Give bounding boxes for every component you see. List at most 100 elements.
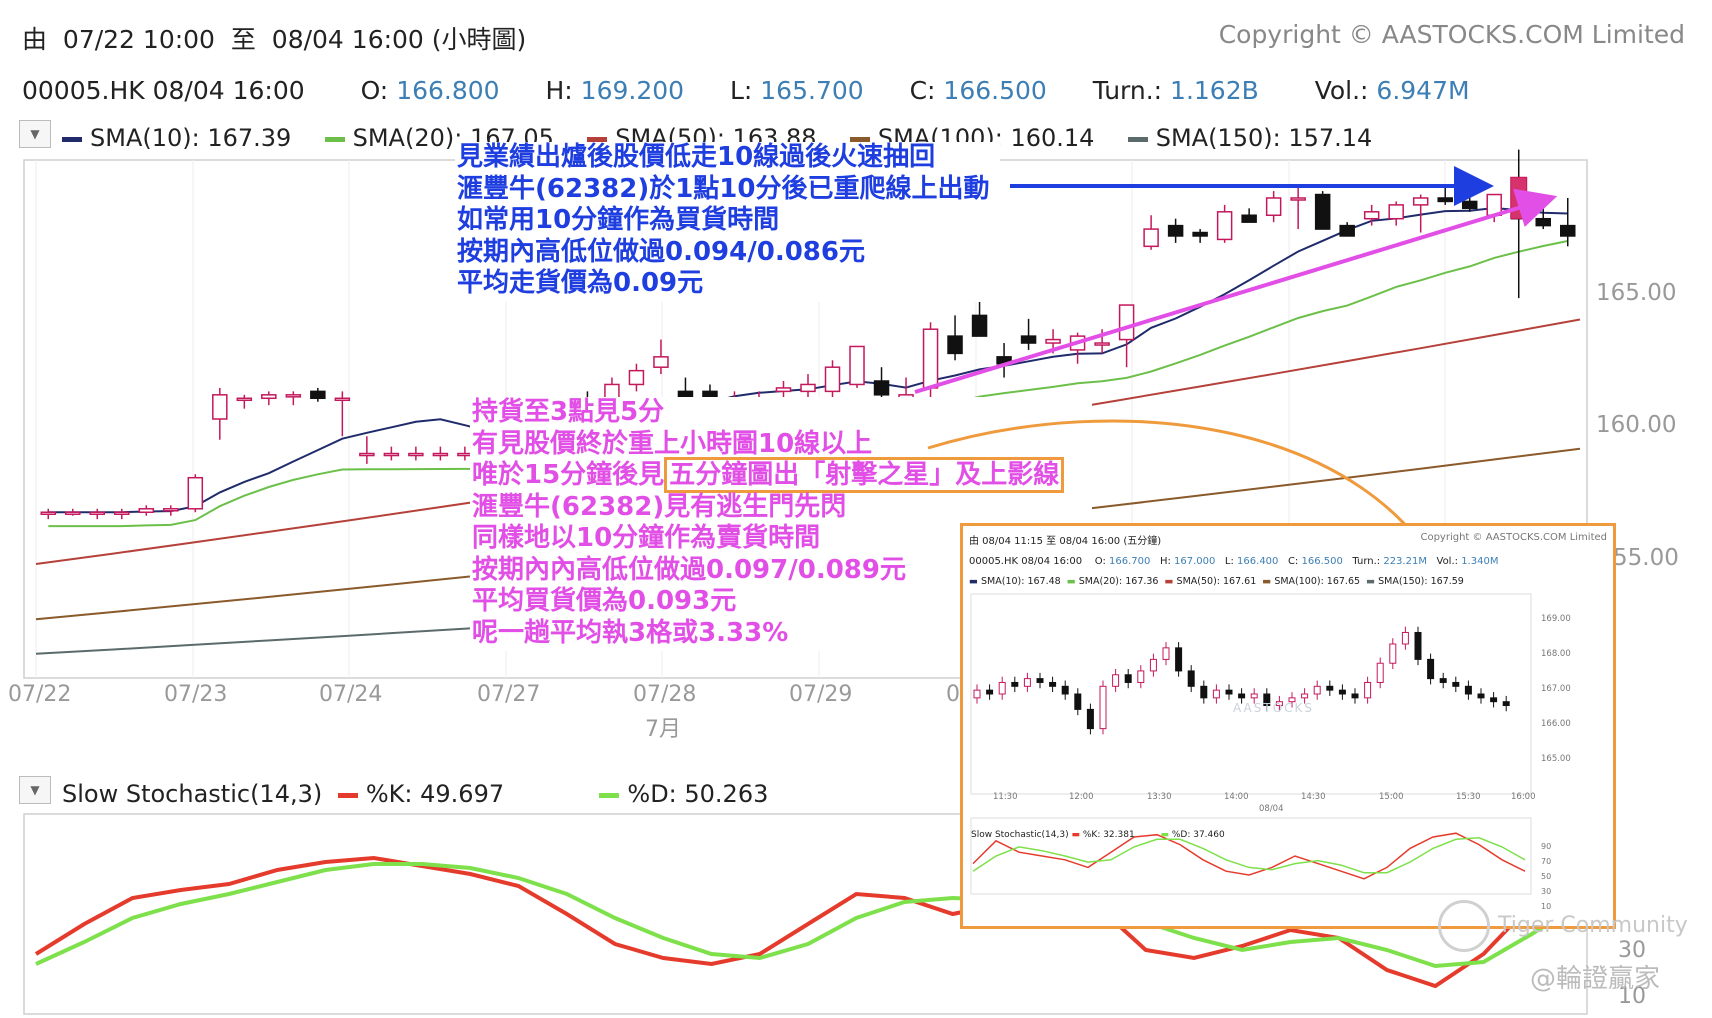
inset-candle-body-0 bbox=[973, 689, 981, 699]
stochastic-dropdown-button[interactable]: ▼ bbox=[19, 776, 51, 804]
inset-date-label: 08/04 bbox=[1259, 804, 1284, 814]
candle-body-10 bbox=[285, 394, 302, 398]
inset-stoch-k bbox=[972, 832, 1526, 880]
annotation-exit-line-3: 唯於15分鐘後見 五分鐘圖出「射擊之星」及上影線 bbox=[472, 457, 1090, 493]
inset-stoch-y-70: 70 bbox=[1541, 857, 1552, 866]
candle-body-25 bbox=[653, 356, 669, 368]
stochastic-d-label: %D: 50.263 bbox=[627, 780, 769, 808]
candle-body-37 bbox=[947, 335, 963, 355]
x-tick-partial: 0 bbox=[946, 682, 960, 707]
inset-candle-body-17 bbox=[1187, 670, 1195, 687]
y-tick-160: 160.00 bbox=[1596, 412, 1677, 438]
inset-candle-body-34 bbox=[1401, 631, 1409, 645]
candle-body-43 bbox=[1094, 342, 1110, 346]
inset-5min-chart: 由 08/04 11:15 至 08/04 16:00 (五分鐘) Copyri… bbox=[960, 523, 1616, 929]
inset-y-165: 165.00 bbox=[1541, 754, 1571, 764]
candle-body-54 bbox=[1363, 211, 1380, 220]
candle-body-32 bbox=[824, 366, 841, 393]
inset-stoch-y-30: 30 bbox=[1541, 887, 1552, 896]
inset-y-168: 168.00 bbox=[1541, 649, 1571, 659]
inset-candle-body-42 bbox=[1502, 701, 1510, 707]
candle-body-61 bbox=[1535, 217, 1551, 227]
inset-candle-body-11 bbox=[1112, 674, 1120, 687]
inset-y-166: 166.00 bbox=[1541, 719, 1571, 729]
inset-stoch-y-90: 90 bbox=[1541, 842, 1552, 851]
candle-body-48 bbox=[1216, 211, 1233, 241]
candle-body-34 bbox=[873, 380, 890, 396]
candle-body-3 bbox=[114, 511, 130, 515]
inset-plot bbox=[970, 593, 1532, 895]
annotation-exit-line-2: 有見股價終於重上小時圖10線以上 bbox=[472, 428, 873, 459]
candle-body-7 bbox=[212, 394, 228, 420]
shooting-star-highlight: 五分鐘圖出「射擊之星」及上影線 bbox=[664, 457, 1065, 493]
inset-x-1200: 12:00 bbox=[1069, 792, 1094, 802]
inset-candle-body-27 bbox=[1313, 685, 1321, 695]
inset-candle-body-39 bbox=[1464, 685, 1472, 695]
candle-body-12 bbox=[334, 397, 351, 402]
candle-body-38 bbox=[971, 314, 988, 337]
candle-body-0 bbox=[40, 511, 57, 515]
candle-body-52 bbox=[1314, 193, 1331, 230]
stochastic-title: Slow Stochastic(14,3) bbox=[62, 780, 323, 808]
candle-body-9 bbox=[261, 394, 277, 400]
inset-candle-body-3 bbox=[1011, 681, 1019, 687]
inset-stoch-d bbox=[972, 837, 1526, 874]
x-tick-0724: 07/24 bbox=[319, 682, 383, 707]
x-month-label: 7月 bbox=[645, 717, 681, 742]
stochastic-k-label: %K: 49.697 bbox=[365, 780, 505, 808]
candle-body-15 bbox=[408, 452, 424, 457]
candle-body-53 bbox=[1339, 224, 1355, 237]
candle-body-2 bbox=[89, 511, 106, 515]
inset-candle-body-22 bbox=[1250, 693, 1258, 699]
inset-candle-body-32 bbox=[1376, 662, 1384, 683]
candle-body-16 bbox=[432, 452, 449, 457]
inset-candle-body-40 bbox=[1477, 693, 1485, 699]
inset-candle-body-13 bbox=[1137, 670, 1145, 683]
candle-body-44 bbox=[1118, 304, 1135, 341]
candle-body-41 bbox=[1045, 338, 1061, 344]
annotation-entry-line-4: 按期內高低位做過0.094/0.086元 bbox=[457, 236, 865, 267]
inset-candle-body-5 bbox=[1036, 678, 1044, 683]
y-tick-155: 55.00 bbox=[1613, 545, 1679, 571]
author-watermark: @輪證贏家 bbox=[1530, 964, 1661, 994]
inset-candle-body-36 bbox=[1427, 658, 1435, 680]
inset-candle-body-26 bbox=[1301, 693, 1309, 699]
candle-body-49 bbox=[1241, 214, 1257, 223]
candle-body-45 bbox=[1143, 228, 1159, 248]
candle-body-5 bbox=[163, 508, 179, 512]
candle-body-50 bbox=[1265, 197, 1282, 217]
inset-candle-body-30 bbox=[1351, 693, 1359, 699]
candle-body-4 bbox=[138, 508, 155, 513]
annotation-entry-line-3: 如常用10分鐘作為買貨時間 bbox=[457, 205, 780, 235]
candle-body-24 bbox=[628, 369, 645, 386]
inset-stoch-legend: Slow Stochastic(14,3) ▬ %K: 32.381 ▬ %D:… bbox=[971, 830, 1225, 840]
candle-body-51 bbox=[1290, 197, 1306, 201]
inset-stoch-y-50: 50 bbox=[1541, 872, 1552, 881]
inset-candle-body-8 bbox=[1074, 693, 1082, 710]
candle-body-57 bbox=[1437, 197, 1453, 203]
inset-candle-body-9 bbox=[1086, 708, 1094, 730]
annotation-exit-line-4: 滙豐牛(62382)見有逃生門先閃 bbox=[472, 491, 847, 522]
inset-x-1600: 16:00 bbox=[1511, 792, 1536, 802]
candle-body-14 bbox=[383, 452, 400, 457]
inset-x-1430: 14:30 bbox=[1301, 792, 1326, 802]
candle-body-40 bbox=[1020, 335, 1037, 344]
inset-watermark: AASTOCKS bbox=[1233, 701, 1315, 715]
inset-y-167: 167.00 bbox=[1541, 684, 1571, 694]
candle-body-13 bbox=[359, 452, 375, 457]
inset-x-1530: 15:30 bbox=[1456, 792, 1481, 802]
candle-body-58 bbox=[1461, 200, 1478, 210]
inset-candle-body-41 bbox=[1490, 697, 1498, 703]
inset-candle-body-16 bbox=[1175, 647, 1183, 672]
candle-body-55 bbox=[1388, 204, 1404, 220]
inset-candle-body-18 bbox=[1200, 685, 1208, 699]
candle-body-47 bbox=[1192, 231, 1208, 237]
inset-candle-body-14 bbox=[1149, 658, 1157, 672]
inset-candle-body-19 bbox=[1212, 689, 1220, 699]
candle-body-8 bbox=[236, 397, 253, 402]
stochastic-legend: Slow Stochastic(14,3) %K: 49.697 %D: 50.… bbox=[62, 780, 768, 808]
candle-body-6 bbox=[187, 476, 204, 510]
inset-candle-body-4 bbox=[1023, 678, 1031, 687]
annotation-exit-line-1: 持貨至3點見5分 bbox=[472, 397, 665, 427]
candle-body-31 bbox=[800, 383, 816, 393]
